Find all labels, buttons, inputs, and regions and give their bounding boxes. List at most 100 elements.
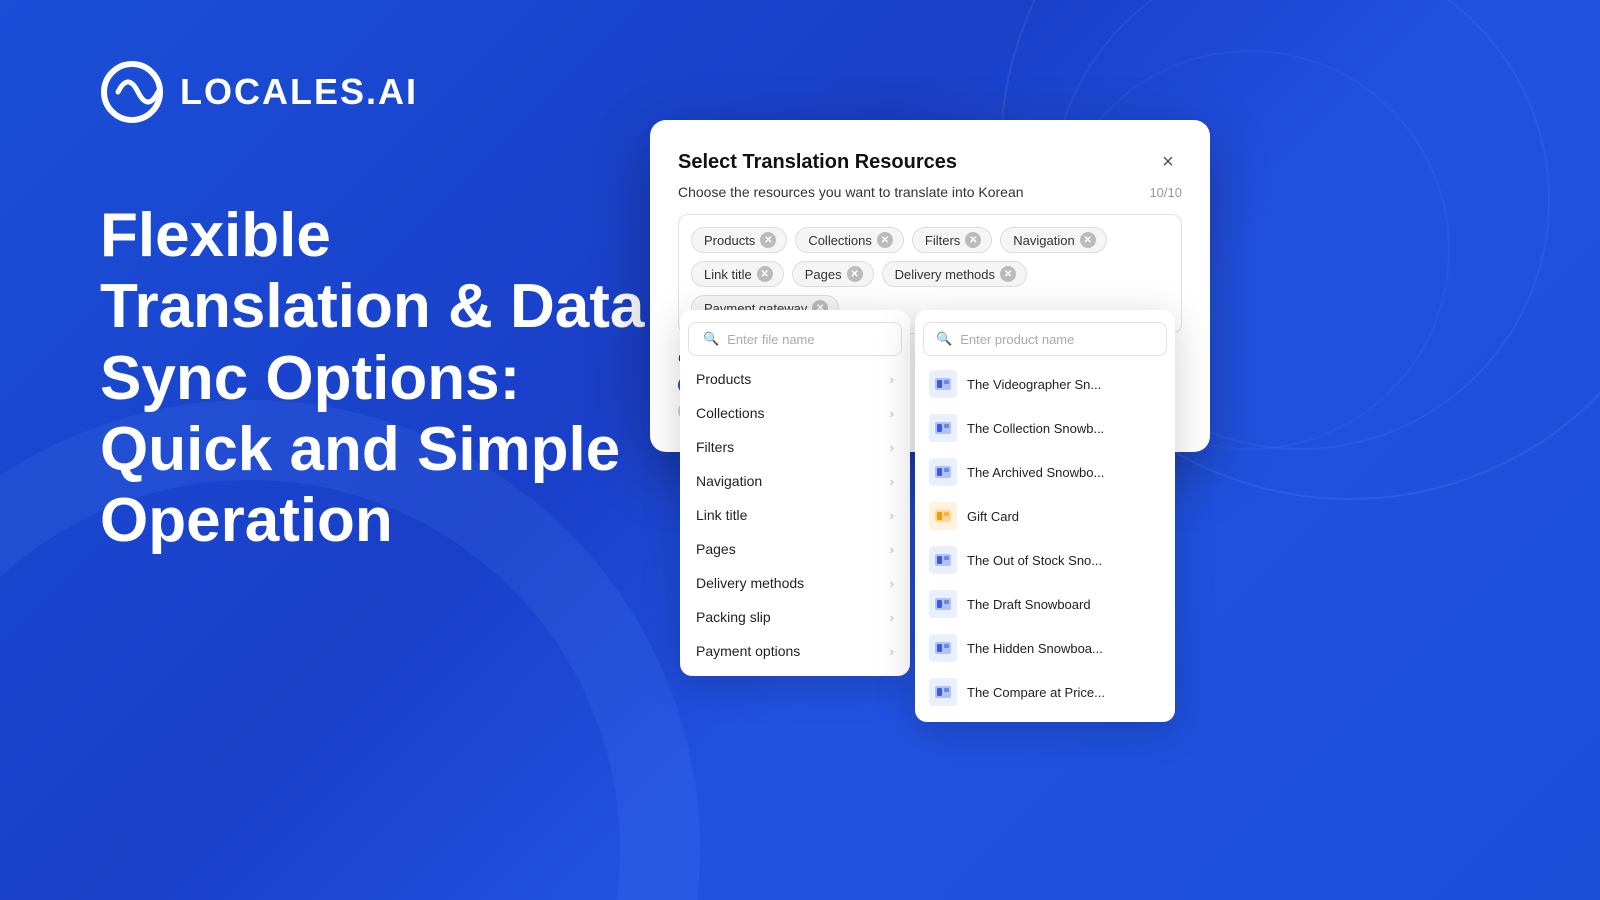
logo-icon: [100, 60, 164, 124]
product-item[interactable]: The Hidden Snowboa...: [915, 626, 1175, 670]
search-icon: 🔍: [703, 331, 719, 347]
products-list: The Videographer Sn... The Collection Sn…: [915, 362, 1175, 714]
logo-area: LOCALES.AI: [100, 60, 418, 124]
dropdown-item-filters[interactable]: Filters ›: [680, 430, 910, 464]
dropdown-item-chevron-icon: ›: [890, 610, 894, 625]
tag-close-icon[interactable]: ✕: [965, 232, 981, 248]
product-thumb-icon: [933, 462, 953, 482]
product-name: The Compare at Price...: [967, 685, 1105, 700]
dialog-subtitle-text: Choose the resources you want to transla…: [678, 184, 1024, 200]
dropdown-item-label: Products: [696, 371, 751, 387]
dropdown-item-label: Navigation: [696, 473, 762, 489]
product-thumbnail: [929, 502, 957, 530]
product-name: The Videographer Sn...: [967, 377, 1101, 392]
tag-link-title: Link title ✕: [691, 261, 784, 287]
product-item[interactable]: The Compare at Price...: [915, 670, 1175, 714]
product-search-placeholder: Enter product name: [960, 332, 1074, 347]
dropdown-item-chevron-icon: ›: [890, 542, 894, 557]
product-thumbnail: [929, 546, 957, 574]
product-thumbnail: [929, 370, 957, 398]
dropdown-item-packing-slip[interactable]: Packing slip ›: [680, 600, 910, 634]
dropdown-item-payment-options[interactable]: Payment options ›: [680, 634, 910, 668]
tag-label: Pages: [805, 267, 842, 282]
product-thumbnail: [929, 458, 957, 486]
dropdown-item-link-title[interactable]: Link title ›: [680, 498, 910, 532]
product-item[interactable]: The Out of Stock Sno...: [915, 538, 1175, 582]
dropdown-item-chevron-icon: ›: [890, 474, 894, 489]
tag-label: Delivery methods: [895, 267, 995, 282]
tag-close-icon[interactable]: ✕: [847, 266, 863, 282]
tag-label: Link title: [704, 267, 752, 282]
tag-filters: Filters ✕: [912, 227, 992, 253]
dialog-title: Select Translation Resources: [678, 151, 957, 174]
close-button[interactable]: ×: [1154, 148, 1182, 176]
dropdown-item-products[interactable]: Products ›: [680, 362, 910, 396]
product-name: The Hidden Snowboa...: [967, 641, 1103, 656]
product-thumb-icon: [933, 638, 953, 658]
dropdown-item-label: Link title: [696, 507, 747, 523]
product-item[interactable]: The Videographer Sn...: [915, 362, 1175, 406]
logo-text: LOCALES.AI: [180, 71, 418, 113]
product-thumb-icon: [933, 594, 953, 614]
product-thumb-icon: [933, 550, 953, 570]
product-thumb-icon: [933, 682, 953, 702]
dropdown-item-label: Delivery methods: [696, 575, 804, 591]
dropdown-item-chevron-icon: ›: [890, 508, 894, 523]
product-thumb-icon: [933, 418, 953, 438]
dropdown-item-delivery-methods[interactable]: Delivery methods ›: [680, 566, 910, 600]
tag-label: Products: [704, 233, 755, 248]
tag-delivery-methods: Delivery methods ✕: [882, 261, 1027, 287]
dialog-header: Select Translation Resources ×: [678, 148, 1182, 176]
dialog-count: 10/10: [1149, 185, 1182, 200]
dropdown-item-collections[interactable]: Collections ›: [680, 396, 910, 430]
hero-section: Flexible Translation & Data Sync Options…: [100, 200, 660, 556]
product-thumbnail: [929, 678, 957, 706]
tags-row: Products ✕ Collections ✕ Filters ✕ Navigation ✕…: [691, 227, 1169, 321]
tag-close-icon[interactable]: ✕: [1000, 266, 1016, 282]
tag-close-icon[interactable]: ✕: [877, 232, 893, 248]
dropdown-item-chevron-icon: ›: [890, 576, 894, 591]
tag-close-icon[interactable]: ✕: [1080, 232, 1096, 248]
dropdown-item-chevron-icon: ›: [890, 406, 894, 421]
dropdown-item-pages[interactable]: Pages ›: [680, 532, 910, 566]
dropdown-item-label: Collections: [696, 405, 764, 421]
dropdown-item-chevron-icon: ›: [890, 440, 894, 455]
dropdown-panel: 🔍 Enter file name Products › Collections…: [680, 310, 910, 676]
dropdown-item-label: Payment options: [696, 643, 800, 659]
products-panel: 🔍 Enter product name The Videographer Sn…: [915, 310, 1175, 722]
tag-pages: Pages ✕: [792, 261, 874, 287]
product-name: The Collection Snowb...: [967, 421, 1104, 436]
product-thumb-icon: [933, 506, 953, 526]
product-search-box[interactable]: 🔍 Enter product name: [923, 322, 1167, 356]
tag-label: Navigation: [1013, 233, 1074, 248]
file-name-placeholder: Enter file name: [727, 332, 814, 347]
tag-products: Products ✕: [691, 227, 787, 253]
dropdown-item-chevron-icon: ›: [890, 372, 894, 387]
product-item[interactable]: The Collection Snowb...: [915, 406, 1175, 450]
dropdown-item-label: Filters: [696, 439, 734, 455]
tag-close-icon[interactable]: ✕: [757, 266, 773, 282]
product-thumbnail: [929, 590, 957, 618]
product-name: The Archived Snowbo...: [967, 465, 1104, 480]
dropdown-item-navigation[interactable]: Navigation ›: [680, 464, 910, 498]
product-name: The Out of Stock Sno...: [967, 553, 1102, 568]
product-item[interactable]: The Draft Snowboard: [915, 582, 1175, 626]
tag-collections: Collections ✕: [795, 227, 904, 253]
tag-close-icon[interactable]: ✕: [760, 232, 776, 248]
dropdown-item-label: Pages: [696, 541, 736, 557]
dropdown-items-list: Products › Collections › Filters › Navig…: [680, 362, 910, 668]
product-name: The Draft Snowboard: [967, 597, 1091, 612]
tag-label: Collections: [808, 233, 872, 248]
dialog-subtitle-row: Choose the resources you want to transla…: [678, 184, 1182, 200]
product-thumbnail: [929, 414, 957, 442]
dropdown-item-label: Packing slip: [696, 609, 771, 625]
dropdown-item-chevron-icon: ›: [890, 644, 894, 659]
tag-label: Filters: [925, 233, 960, 248]
product-thumbnail: [929, 634, 957, 662]
product-search-icon: 🔍: [936, 331, 952, 347]
file-name-search-box[interactable]: 🔍 Enter file name: [688, 322, 902, 356]
hero-heading: Flexible Translation & Data Sync Options…: [100, 200, 660, 556]
product-item[interactable]: The Archived Snowbo...: [915, 450, 1175, 494]
product-item[interactable]: Gift Card: [915, 494, 1175, 538]
product-thumb-icon: [933, 374, 953, 394]
